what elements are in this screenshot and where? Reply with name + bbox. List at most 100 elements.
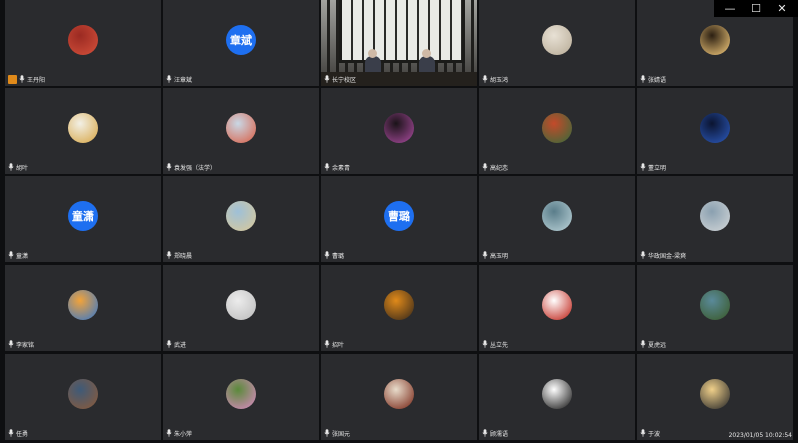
participant-name: 高玉明 [490, 252, 509, 260]
avatar: 章斌 [226, 25, 256, 55]
participant-tile[interactable]: 武进 [163, 265, 319, 351]
avatar [542, 201, 572, 231]
participant-tile[interactable]: 胡叶 [5, 88, 161, 174]
participant-name-tag: 长宁校区 [324, 74, 356, 84]
participant-name: 袁发强（法学） [174, 164, 217, 172]
avatar [384, 113, 414, 143]
avatar [700, 113, 730, 143]
participant-name: 于波 [648, 430, 661, 438]
participant-name-tag: 胡玉鸿 [482, 74, 508, 84]
participant-name: 长宁校区 [332, 76, 357, 84]
participant-tile[interactable]: 章斌汪章斌 [163, 0, 319, 86]
microphone-icon [324, 75, 330, 83]
microphone-icon [324, 340, 330, 348]
participant-tile[interactable]: 高玉明 [479, 176, 635, 262]
avatar [226, 379, 256, 409]
microphone-icon [640, 429, 646, 437]
participant-tile[interactable]: 长宁校区 [321, 0, 477, 86]
participant-name-tag: 夏虎远 [640, 339, 666, 349]
avatar [68, 113, 98, 143]
participant-name: 张婧语 [648, 76, 667, 84]
participant-name-tag: 华政国金-梁爽 [640, 250, 686, 260]
participant-name-tag: 任勇 [8, 428, 28, 438]
microphone-icon [8, 340, 14, 348]
participant-tile[interactable]: 任勇 [5, 354, 161, 440]
participant-tile[interactable]: 曹璐 曹璐 [321, 176, 477, 262]
participant-name: 李家铭 [16, 341, 35, 349]
participant-tile[interactable]: 朱小萍 [163, 354, 319, 440]
participant-name-tag: 招叶 [324, 339, 344, 349]
minimize-button[interactable]: — [718, 0, 742, 17]
participant-name: 朱小萍 [174, 430, 193, 438]
participant-name: 任勇 [16, 430, 29, 438]
participant-name: 顾濡语 [490, 430, 509, 438]
participant-tile[interactable]: 高纪恋 [479, 88, 635, 174]
microphone-icon [482, 251, 488, 259]
participant-tile[interactable]: 郑晓晨 [163, 176, 319, 262]
participant-tile[interactable]: 王丹阳 [5, 0, 161, 86]
maximize-button[interactable]: ☐ [744, 0, 768, 17]
participant-tile[interactable]: 丛立先 [479, 265, 635, 351]
microphone-icon [640, 163, 646, 171]
avatar [700, 201, 730, 231]
participant-name-tag: 高玉明 [482, 250, 508, 260]
participant-tile[interactable]: 张国元 [321, 354, 477, 440]
participant-tile[interactable]: 夏虎远 [637, 265, 793, 351]
participant-tile[interactable]: 童潇 童潇 [5, 176, 161, 262]
participant-tile[interactable]: 余素青 [321, 88, 477, 174]
participant-name-tag: 高纪恋 [482, 162, 508, 172]
avatar [384, 379, 414, 409]
avatar [700, 379, 730, 409]
participant-tile[interactable]: 董立明 [637, 88, 793, 174]
participant-name: 童潇 [16, 252, 29, 260]
microphone-icon [166, 163, 172, 171]
avatar: 曹璐 [384, 201, 414, 231]
participant-tile[interactable]: 袁发强（法学） [163, 88, 319, 174]
microphone-icon [324, 163, 330, 171]
participant-name: 胡玉鸿 [490, 76, 509, 84]
participant-tile[interactable]: 李家铭 [5, 265, 161, 351]
avatar [700, 290, 730, 320]
participant-name: 胡叶 [16, 164, 29, 172]
participant-name: 张国元 [332, 430, 351, 438]
participant-name-tag: 朱小萍 [166, 428, 192, 438]
participant-tile[interactable]: 招叶 [321, 265, 477, 351]
avatar [226, 290, 256, 320]
participant-name-tag: 王丹阳 [8, 74, 45, 84]
participant-name: 曹璐 [332, 252, 345, 260]
microphone-icon [640, 75, 646, 83]
participant-name-tag: 曹璐 [324, 250, 344, 260]
microphone-icon [482, 163, 488, 171]
microphone-icon [640, 340, 646, 348]
avatar [542, 113, 572, 143]
microphone-icon [19, 75, 25, 83]
microphone-icon [166, 75, 172, 83]
participant-tile[interactable]: 顾濡语 [479, 354, 635, 440]
timestamp-label: 2023/01/05 10:02:54 [728, 432, 792, 439]
avatar [68, 290, 98, 320]
participant-tile[interactable]: 胡玉鸿 [479, 0, 635, 86]
window-controls: — ☐ ✕ [714, 0, 798, 17]
participant-name-tag: 董立明 [640, 162, 666, 172]
avatar [542, 379, 572, 409]
microphone-icon [324, 251, 330, 259]
avatar [542, 25, 572, 55]
participant-name: 丛立先 [490, 341, 509, 349]
participant-name-tag: 郑晓晨 [166, 250, 192, 260]
participant-tile[interactable]: 华政国金-梁爽 [637, 176, 793, 262]
participant-name: 武进 [174, 341, 187, 349]
microphone-icon [324, 429, 330, 437]
participant-name-tag: 汪章斌 [166, 74, 192, 84]
participant-name: 郑晓晨 [174, 252, 193, 260]
participant-name-tag: 童潇 [8, 250, 28, 260]
participant-name-tag: 丛立先 [482, 339, 508, 349]
microphone-icon [166, 429, 172, 437]
participant-grid: 王丹阳 章斌 汪章斌 长宁校区 胡玉鸿 张婧语 胡叶 袁发强（法学） 余素青 高纪恋 董立明 童潇 童潇… [0, 0, 798, 443]
avatar [68, 379, 98, 409]
participant-tile[interactable]: 于波 [637, 354, 793, 440]
participant-name-tag: 袁发强（法学） [166, 162, 216, 172]
close-button[interactable]: ✕ [770, 0, 794, 17]
microphone-icon [640, 251, 646, 259]
participant-name-tag: 于波 [640, 428, 660, 438]
participant-name-tag: 张婧语 [640, 74, 666, 84]
